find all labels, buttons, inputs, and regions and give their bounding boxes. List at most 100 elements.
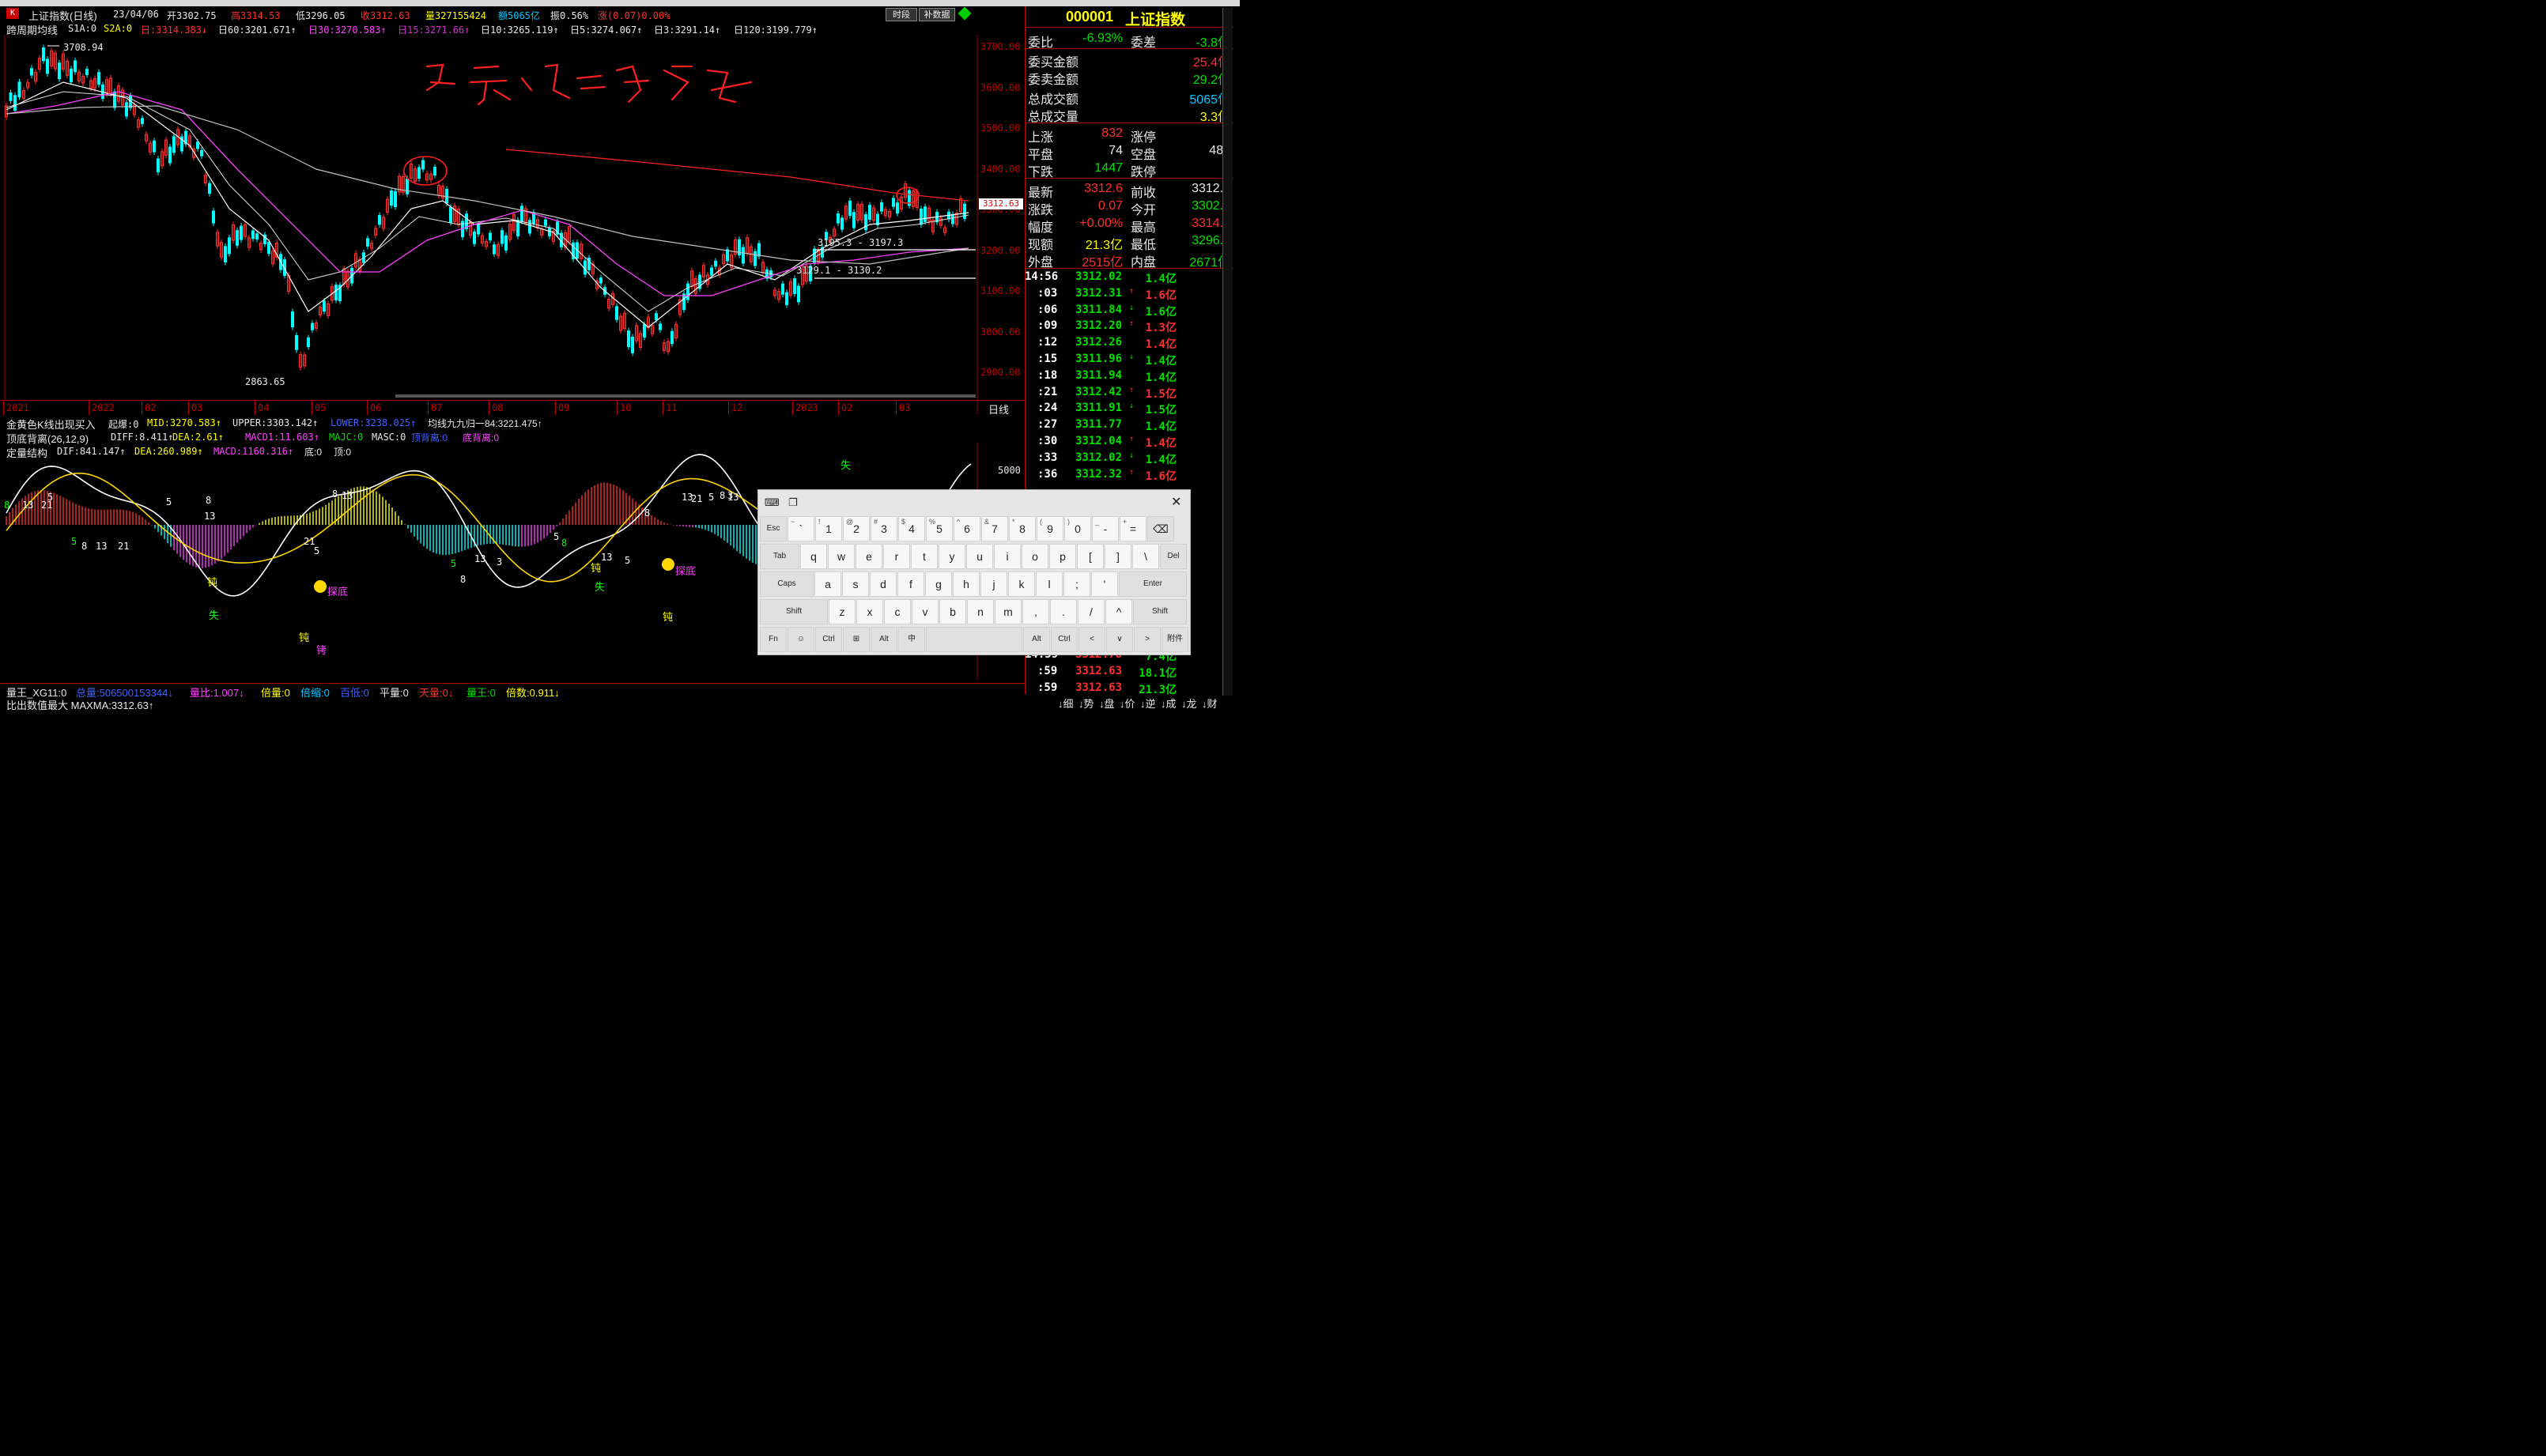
side-tab[interactable]: ↓盘	[1099, 696, 1115, 711]
key-;[interactable]: ;	[1063, 571, 1090, 597]
key-2[interactable]: @2	[843, 516, 870, 541]
key-9[interactable]: (9	[1037, 516, 1063, 541]
key-e[interactable]: e	[856, 544, 882, 569]
key-r[interactable]: r	[883, 544, 910, 569]
key-Del[interactable]: Del	[1160, 544, 1187, 569]
keyboard-settings-icon[interactable]: ⌨	[765, 496, 780, 509]
key-s[interactable]: s	[842, 571, 869, 597]
key-l[interactable]: l	[1036, 571, 1063, 597]
key-y[interactable]: y	[939, 544, 965, 569]
side-tabs[interactable]: ↓细 ↓势 ↓盘 ↓价 ↓逆 ↓成 ↓龙 ↓财	[1026, 696, 1233, 710]
key-Alt[interactable]: Alt	[1023, 627, 1050, 652]
key-Enter[interactable]: Enter	[1119, 571, 1187, 597]
key-\[interactable]: \	[1132, 544, 1159, 569]
key-q[interactable]: q	[800, 544, 827, 569]
key-g[interactable]: g	[925, 571, 952, 597]
key-Ctrl[interactable]: Ctrl	[1051, 627, 1078, 652]
tick-row[interactable]: :18 3311.94 1.4亿	[1026, 368, 1224, 384]
key-附件[interactable]: 附件	[1162, 627, 1188, 652]
key-o[interactable]: o	[1022, 544, 1048, 569]
tick-row[interactable]: 14:56 3312.02 1.4亿	[1025, 269, 1224, 285]
side-tab[interactable]: ↓龙	[1181, 696, 1197, 711]
tick-row[interactable]: :15 3311.96 ↓ 1.4亿	[1026, 351, 1224, 368]
key-1[interactable]: ! 1	[815, 516, 842, 541]
tick-row[interactable]: :33 3312.02 ↓ 1.4亿	[1026, 450, 1224, 466]
side-tab[interactable]: ↓势	[1078, 696, 1094, 711]
key-][interactable]: ]	[1105, 544, 1131, 569]
key-⌫[interactable]: ⌫	[1147, 516, 1174, 541]
key-z[interactable]: z	[829, 599, 856, 624]
key-Tab[interactable]: Tab	[760, 544, 799, 569]
key-space[interactable]	[926, 627, 1022, 652]
key-6[interactable]: ^ 6	[954, 516, 980, 541]
key-Ctrl[interactable]: Ctrl	[815, 627, 842, 652]
key-`[interactable]: ~ `	[788, 516, 814, 541]
side-tab[interactable]: ↓成	[1161, 696, 1177, 711]
tick-row[interactable]: :59 3312.63 21.3亿	[1026, 680, 1224, 696]
key-p[interactable]: p	[1049, 544, 1076, 569]
tick-row[interactable]: :27 3311.77 1.4亿	[1026, 417, 1224, 433]
tick-row[interactable]: :36 3312.32 ↑ 1.6亿	[1026, 466, 1224, 483]
key-[[interactable]: [	[1077, 544, 1104, 569]
chart-type-icon[interactable]: K	[6, 8, 19, 19]
key-<[interactable]: <	[1078, 627, 1105, 652]
tick-row[interactable]: :30 3312.04 ↑ 1.4亿	[1026, 433, 1224, 450]
key-i[interactable]: i	[994, 544, 1021, 569]
key-0[interactable]: ) 0	[1064, 516, 1091, 541]
key-b[interactable]: b	[939, 599, 966, 624]
key-Fn[interactable]: Fn	[760, 627, 787, 652]
key-n[interactable]: n	[967, 599, 994, 624]
side-tab[interactable]: ↓财	[1202, 696, 1218, 711]
key-∨[interactable]: ∨	[1106, 627, 1133, 652]
key-t[interactable]: t	[911, 544, 938, 569]
key-Caps[interactable]: Caps	[760, 571, 814, 597]
touch-keyboard[interactable]: ⌨ ❐ ✕ Esc ~ `! 1 @2 #3 $4% 5 ^ 6 & 7 * 8(9) 0 _ - + = ⌫ Tab q…	[757, 489, 1191, 655]
key-中[interactable]: 中	[898, 627, 925, 652]
key-5[interactable]: % 5	[926, 516, 953, 541]
key-x[interactable]: x	[856, 599, 883, 624]
key-h[interactable]: h	[953, 571, 980, 597]
key-7[interactable]: & 7	[981, 516, 1008, 541]
key--[interactable]: _ -	[1092, 516, 1119, 541]
key-w[interactable]: w	[828, 544, 855, 569]
tick-row[interactable]: :21 3312.42 ↑ 1.5亿	[1026, 384, 1224, 401]
key-u[interactable]: u	[966, 544, 993, 569]
side-tab[interactable]: ↓细	[1058, 696, 1074, 711]
tick-row[interactable]: :59 3312.63 18.1亿	[1026, 663, 1224, 680]
tick-row[interactable]: :24 3311.91 ↓ 1.5亿	[1026, 400, 1224, 417]
key-k[interactable]: k	[1008, 571, 1035, 597]
key-4[interactable]: $4	[898, 516, 925, 541]
kline-chart[interactable]	[0, 35, 1025, 414]
key-c[interactable]: c	[884, 599, 911, 624]
tick-row[interactable]: :06 3311.84 ↓ 1.6亿	[1026, 302, 1224, 319]
key-m[interactable]: m	[995, 599, 1022, 624]
key-Alt[interactable]: Alt	[871, 627, 897, 652]
key-'[interactable]: '	[1091, 571, 1118, 597]
right-scrollbar[interactable]	[1222, 8, 1233, 696]
key-j[interactable]: j	[980, 571, 1007, 597]
key-.[interactable]: .	[1050, 599, 1077, 624]
key-Esc[interactable]: Esc	[760, 516, 787, 541]
tick-row[interactable]: :12 3312.26 1.4亿	[1026, 334, 1224, 351]
key-⊞[interactable]: ⊞	[843, 627, 870, 652]
tick-row[interactable]: :03 3312.31 ↑ 1.6亿	[1026, 285, 1224, 302]
key-d[interactable]: d	[870, 571, 897, 597]
period-label[interactable]: 日线	[988, 402, 1009, 417]
tick-row[interactable]: :09 3312.20 ↑ 1.3亿	[1026, 318, 1224, 334]
key-8[interactable]: * 8	[1009, 516, 1036, 541]
key-^[interactable]: ^	[1105, 599, 1132, 624]
keyboard-clipboard-icon[interactable]: ❐	[788, 496, 798, 509]
key-/[interactable]: /	[1078, 599, 1105, 624]
key-,[interactable]: ,	[1022, 599, 1049, 624]
side-tab[interactable]: ↓逆	[1140, 696, 1156, 711]
key-f[interactable]: f	[897, 571, 924, 597]
key-☺[interactable]: ☺	[788, 627, 814, 652]
time-period-button[interactable]: 时段	[886, 8, 917, 21]
key-Shift[interactable]: Shift	[1133, 599, 1187, 624]
keyboard-close-button[interactable]: ✕	[1171, 494, 1181, 510]
key-a[interactable]: a	[814, 571, 841, 597]
fill-data-button[interactable]: 补数据	[919, 8, 955, 21]
key->[interactable]: >	[1134, 627, 1161, 652]
key-v[interactable]: v	[912, 599, 939, 624]
key-3[interactable]: #3	[871, 516, 897, 541]
